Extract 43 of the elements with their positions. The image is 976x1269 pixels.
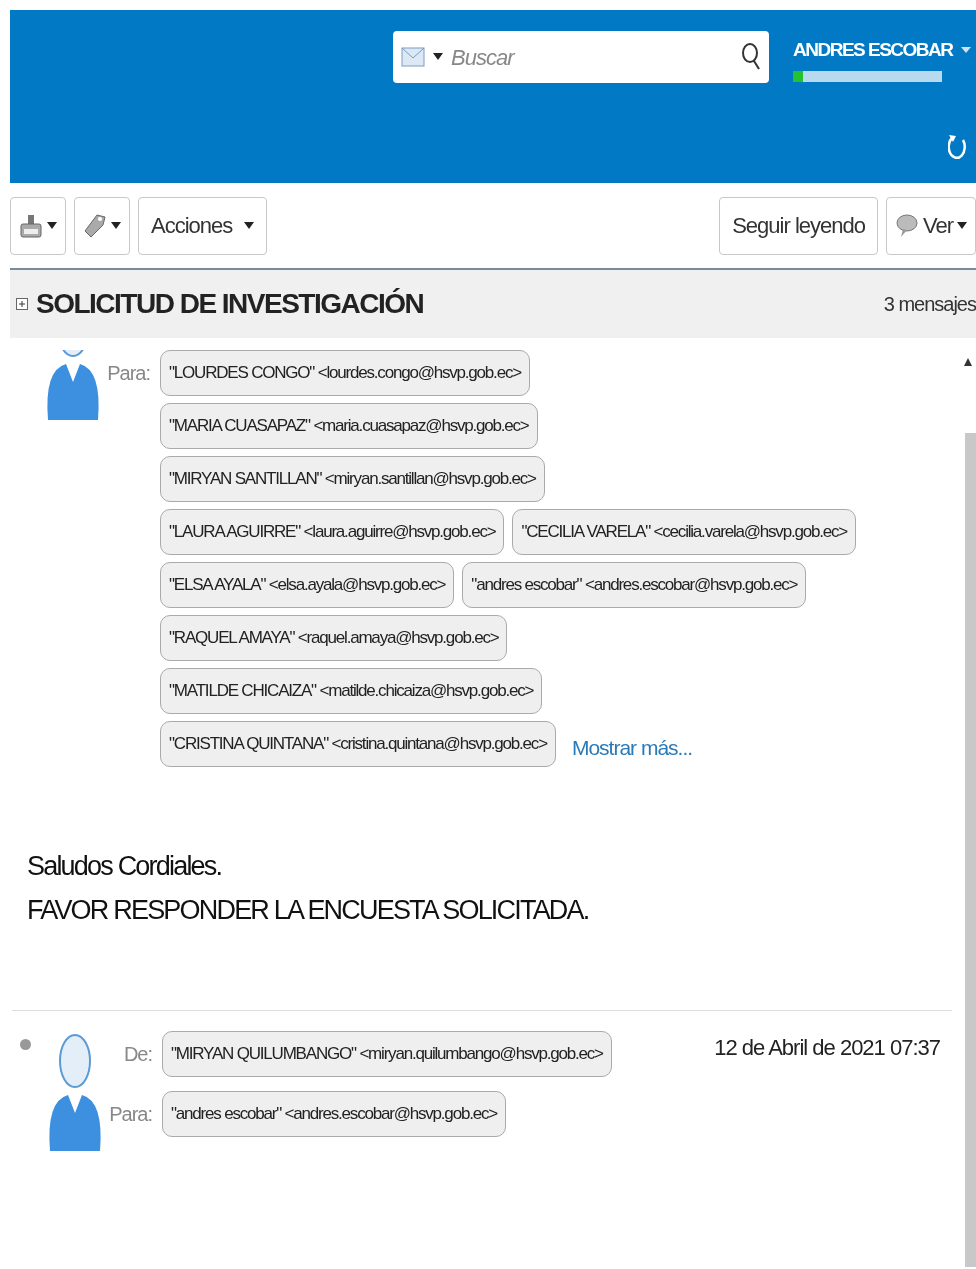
caret-icon	[244, 221, 255, 230]
search-field[interactable]: Buscar	[451, 40, 733, 74]
message-date: 12 de Abril de 2021 07:37	[714, 1034, 940, 1062]
recipient-chip[interactable]: "ELSA AYALA" <elsa.ayala@hsvp.gob.ec>	[160, 562, 455, 608]
recipient-chip[interactable]: "MIRYAN QUILUMBANGO" <miryan.quilumbango@hsvp.gob.ec>	[162, 1031, 612, 1077]
toolbar-button[interactable]: Seguir leyendo	[719, 196, 878, 255]
field-label: Para:	[106, 361, 150, 386]
caret-icon	[47, 221, 57, 230]
search-icon[interactable]	[741, 43, 761, 71]
recipient-chip[interactable]: "MIRYAN SANTILLAN" <miryan.santillan@hsvp.gob.ec>	[160, 456, 545, 502]
recipient-chip[interactable]: "CECILIA VARELA" <cecilia.varela@hsvp.gob.ec>	[512, 509, 856, 555]
recipient-chip[interactable]: "MATILDE CHICAIZA" <matilde.chicaiza@hsvp.gob.ec>	[160, 668, 543, 714]
user-name[interactable]: ANDRES ESCOBAR	[793, 36, 953, 65]
toolbar-button[interactable]	[10, 196, 66, 255]
message-body-line: FAVOR RESPONDER LA ENCUESTA SOLICITADA.	[27, 894, 590, 927]
recipient-chip[interactable]: "LAURA AGUIRRE" <laura.aguirre@hsvp.gob.ec>	[160, 509, 505, 555]
message-body-line: Saludos Cordiales.	[27, 850, 223, 883]
toolbar-button[interactable]: Acciones	[138, 196, 268, 255]
speech-balloon-icon	[894, 212, 919, 239]
recipient-chip[interactable]: "CRISTINA QUINTANA" <cristina.quintana@hsvp.gob.ec>	[160, 721, 556, 767]
recipient-chip[interactable]: "LOURDES CONGO" <lourdes.congo@hsvp.gob.ec>	[160, 350, 530, 396]
field-label: De:	[122, 1042, 152, 1067]
person-avatar-icon	[44, 350, 102, 422]
toolbar-button[interactable]	[74, 196, 130, 255]
caret-icon[interactable]	[960, 46, 971, 54]
thread-title: SOLICITUD DE INVESTIGACIÓN	[36, 287, 424, 321]
toolbar-button[interactable]: Ver	[885, 196, 976, 255]
message-count: 3 mensajes	[883, 292, 976, 317]
refresh-icon[interactable]	[948, 132, 968, 162]
recipient-chip[interactable]: "andres escobar" <andres.escobar@hsvp.gob.ec>	[162, 1091, 506, 1137]
recipient-chip[interactable]: "andres escobar" <andres.escobar@hsvp.gob.ec>	[462, 562, 807, 608]
field-label: Para:	[108, 1102, 152, 1127]
search-box[interactable]: Buscar	[393, 31, 769, 83]
recipient-chip[interactable]: "RAQUEL AMAYA" <raquel.amaya@hsvp.gob.ec>	[160, 615, 508, 661]
caret-icon	[111, 221, 121, 230]
printer-icon	[19, 212, 43, 239]
show-more-link[interactable]: Mostrar más...	[571, 731, 693, 764]
recipient-chip[interactable]: "MARIA CUASAPAZ" <maria.cuasapaz@hsvp.gob.ec>	[160, 403, 538, 449]
caret-icon	[957, 221, 967, 230]
caret-icon	[433, 53, 443, 61]
person-avatar-icon	[46, 1031, 104, 1153]
expand-icon[interactable]	[16, 298, 28, 310]
tag-icon	[83, 212, 107, 239]
